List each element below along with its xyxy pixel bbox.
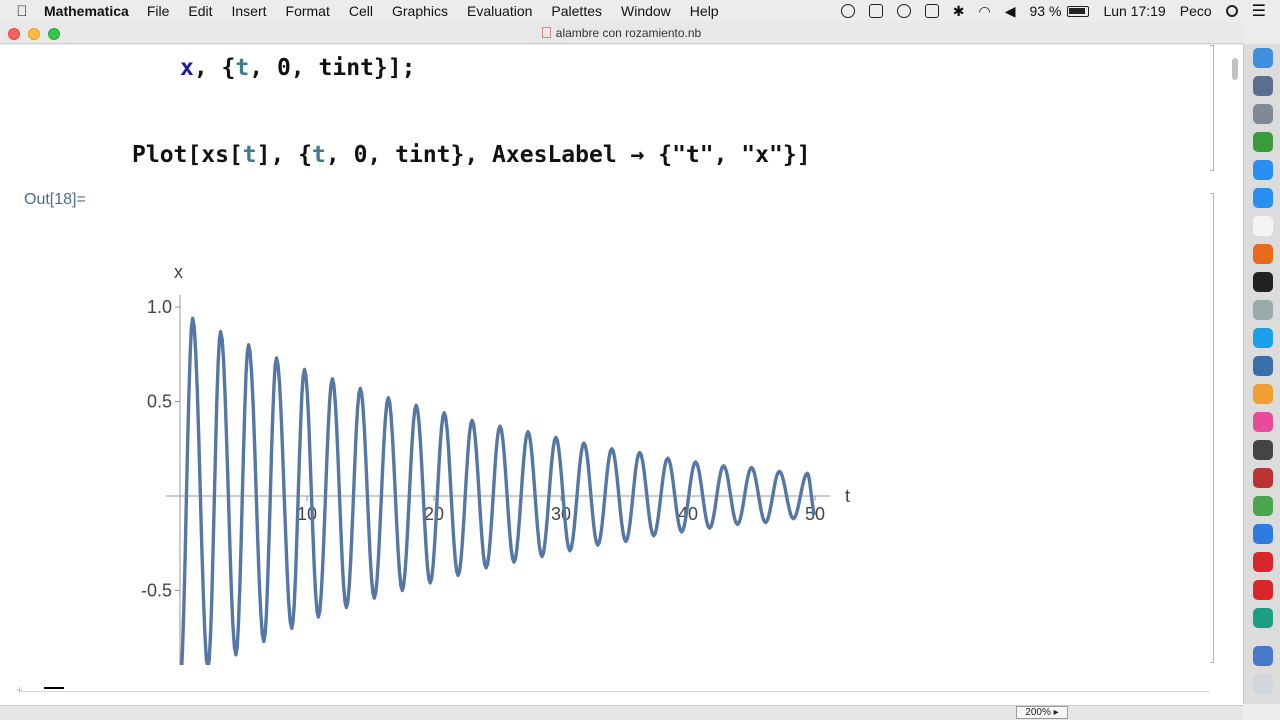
window-title-row: alambre con rozamiento.nb	[0, 26, 1243, 40]
app-store-icon[interactable]	[1253, 160, 1273, 180]
dvd-icon[interactable]	[1253, 300, 1273, 320]
x-tick-label: 20	[424, 504, 444, 524]
terminal-icon[interactable]	[1253, 272, 1273, 292]
calendar-icon[interactable]	[1253, 216, 1273, 236]
menu-edit[interactable]: Edit	[188, 3, 212, 19]
series-line	[180, 316, 817, 665]
y-tick-label: -0.5	[141, 581, 172, 601]
plot-input-cell[interactable]: Plot[xs[t], {t, 0, tint}, AxesLabel → {"…	[132, 142, 811, 168]
dropbox-icon[interactable]	[868, 4, 883, 18]
menu-cell[interactable]: Cell	[349, 3, 373, 19]
window-title: alambre con rozamiento.nb	[555, 26, 702, 40]
window-titlebar: alambre con rozamiento.nb	[0, 22, 1243, 44]
teamviewer-icon[interactable]	[1253, 524, 1273, 544]
plot-output[interactable]: 10203040501.00.5-0.5-1.0 t x	[100, 205, 860, 665]
x-axis-label: t	[845, 486, 850, 506]
cell-bracket-output[interactable]	[1210, 193, 1214, 663]
user-name[interactable]: Peco	[1180, 3, 1212, 19]
input-line-continuation[interactable]: x, {t, 0, tint}];	[180, 55, 415, 81]
menu-file[interactable]: File	[147, 3, 170, 19]
menu-window[interactable]: Window	[621, 3, 671, 19]
rocket-icon[interactable]	[1253, 104, 1273, 124]
maps-icon[interactable]	[1253, 496, 1273, 516]
clock[interactable]: Lun 17:19	[1103, 3, 1165, 19]
notification-center-icon[interactable]: ☰	[1252, 1, 1266, 21]
itunes-icon[interactable]	[1253, 412, 1273, 432]
document-icon	[541, 27, 551, 38]
zoom-popup[interactable]: 200% ▸	[1016, 706, 1068, 719]
volume-icon[interactable]: ◀	[1005, 3, 1016, 20]
record-icon[interactable]	[840, 4, 855, 18]
menu-format[interactable]: Format	[286, 3, 330, 19]
menu-bar:  Mathematica File Edit Insert Format Ce…	[0, 0, 1280, 22]
bluetooth-icon[interactable]: ✱	[953, 3, 965, 20]
edge-icon[interactable]	[1253, 608, 1273, 628]
safari-icon[interactable]	[1253, 188, 1273, 208]
firefox-icon[interactable]	[1253, 244, 1273, 264]
dock	[1243, 44, 1280, 704]
preview-icon[interactable]	[1253, 356, 1273, 376]
script-icon[interactable]	[1253, 468, 1273, 488]
launchpad-icon[interactable]	[1253, 76, 1273, 96]
y-tick-label: 0.5	[147, 392, 172, 412]
app-menu[interactable]: Mathematica	[44, 3, 129, 19]
battery-icon[interactable]	[1067, 5, 1090, 17]
menu-graphics[interactable]: Graphics	[392, 3, 448, 19]
cell-bracket-input[interactable]	[1210, 45, 1214, 171]
search-icon[interactable]	[1225, 5, 1238, 17]
skype-icon[interactable]	[1253, 328, 1273, 348]
cursor-caret	[44, 687, 64, 689]
x-tick-label: 30	[551, 504, 571, 524]
menu-evaluation[interactable]: Evaluation	[467, 3, 532, 19]
y-axis-label: x	[174, 262, 183, 282]
quicktime-icon[interactable]	[1253, 440, 1273, 460]
scrollbar-thumb[interactable]	[1232, 58, 1238, 80]
mathematica-icon-2[interactable]	[1253, 580, 1273, 600]
output-label: Out[18]=	[24, 191, 86, 208]
display-icon[interactable]	[924, 4, 939, 18]
vertical-scrollbar[interactable]	[1228, 50, 1238, 700]
menu-palettes[interactable]: Palettes	[551, 3, 602, 19]
cell-insertion-line	[20, 691, 1210, 692]
finder-icon[interactable]	[1253, 48, 1273, 68]
notebook-area[interactable]: x, {t, 0, tint}]; Plot[xs[t], {t, 0, tin…	[0, 45, 1243, 705]
trash-icon[interactable]	[1253, 674, 1273, 694]
numbers-icon[interactable]	[1253, 132, 1273, 152]
mathematica-icon[interactable]	[1253, 552, 1273, 572]
menu-insert[interactable]: Insert	[232, 3, 267, 19]
apple-menu-icon[interactable]: 	[0, 3, 44, 20]
y-tick-label: 1.0	[147, 297, 172, 317]
battery-percent[interactable]: 93 %	[1030, 3, 1062, 19]
photos-icon[interactable]	[1253, 384, 1273, 404]
documents-icon[interactable]	[1253, 646, 1273, 666]
menu-help[interactable]: Help	[690, 3, 719, 19]
wifi-icon[interactable]: ◠	[979, 3, 991, 20]
edge-status-icon[interactable]	[896, 4, 911, 18]
